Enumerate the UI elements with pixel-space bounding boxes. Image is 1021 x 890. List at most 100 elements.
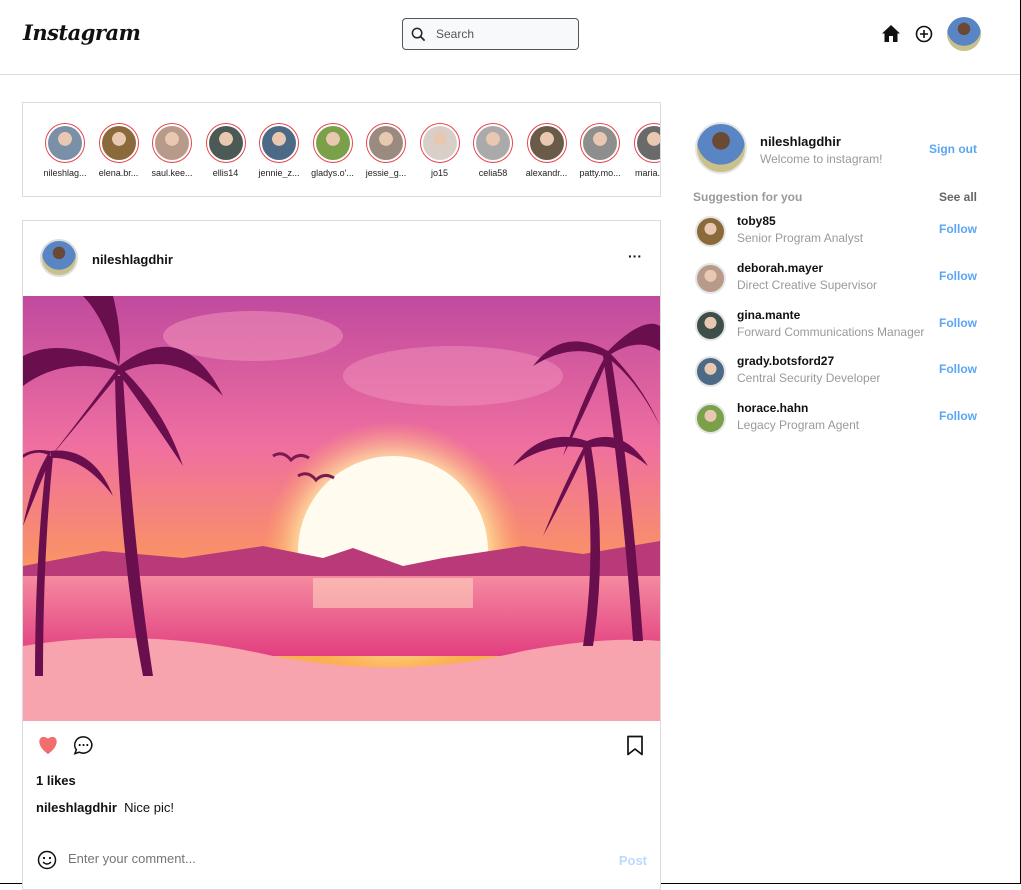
comment-icon[interactable] — [73, 735, 94, 756]
story-avatar — [636, 126, 660, 160]
story-username: gladys.o'... — [311, 168, 354, 178]
story-item[interactable]: maria.fi... — [627, 123, 660, 178]
story-ring[interactable] — [259, 123, 299, 163]
home-icon[interactable] — [881, 24, 901, 43]
current-user-avatar[interactable] — [695, 122, 747, 174]
follow-button[interactable]: Follow — [939, 316, 977, 330]
story-username: jessie_g... — [365, 168, 407, 178]
story-item[interactable]: nileshlag... — [38, 123, 92, 178]
suggestion-title: Forward Communications Manager — [737, 324, 925, 339]
see-all-link[interactable]: See all — [939, 190, 977, 204]
suggestion-username[interactable]: gina.mante — [737, 308, 800, 322]
suggestion-avatar[interactable] — [695, 356, 726, 388]
story-ring[interactable] — [526, 123, 567, 163]
story-item[interactable]: jessie_g... — [359, 123, 413, 178]
post-image — [23, 296, 660, 721]
sign-out-button[interactable]: Sign out — [929, 142, 977, 156]
search-input[interactable] — [436, 27, 556, 41]
suggestion-item: grady.botsford27 Central Security Develop… — [693, 354, 983, 396]
top-nav: Instagram — [0, 0, 1020, 75]
story-avatar — [369, 126, 403, 160]
suggestion-avatar[interactable] — [695, 309, 726, 341]
story-ring[interactable] — [312, 123, 353, 163]
suggestion-item: deborah.mayer Direct Creative Supervisor F… — [693, 261, 983, 303]
suggestion-item: horace.hahn Legacy Program Agent Follow — [693, 401, 983, 443]
suggestion-username[interactable]: horace.hahn — [737, 401, 808, 415]
stories-bar: nileshlag... elena.br... saul.kee... ellis1… — [22, 102, 661, 197]
story-avatar — [315, 126, 350, 160]
story-item[interactable]: jo15 — [413, 123, 467, 178]
search-icon — [411, 27, 426, 41]
story-username: elena.br... — [98, 168, 139, 178]
follow-button[interactable]: Follow — [939, 222, 977, 236]
suggestion-title: Central Security Developer — [737, 371, 881, 386]
story-avatar — [422, 126, 457, 160]
story-item[interactable]: alexandr... — [520, 123, 574, 178]
caption-text: Nice pic! — [124, 800, 174, 815]
story-avatar — [262, 126, 296, 160]
post-header: nileshlagdhir ··· — [23, 221, 660, 296]
story-ring[interactable] — [633, 123, 660, 163]
story-item[interactable]: jennie_z... — [252, 123, 306, 178]
story-username: jennie_z... — [258, 168, 300, 178]
more-options-button[interactable]: ··· — [628, 248, 642, 264]
story-avatar — [101, 126, 136, 160]
story-ring[interactable] — [98, 123, 139, 163]
follow-button[interactable]: Follow — [939, 362, 977, 376]
suggestion-item: gina.mante Forward Communications Manager… — [693, 308, 983, 350]
story-item[interactable]: ellis14 — [199, 123, 253, 178]
post-card: nileshlagdhir ··· 1 likes nileshlagdhir … — [22, 220, 661, 890]
post-comment-button[interactable]: Post — [619, 853, 647, 868]
profile-avatar[interactable] — [947, 17, 981, 51]
story-item[interactable]: patty.mo... — [573, 123, 627, 178]
instagram-logo[interactable]: Instagram — [23, 20, 141, 45]
follow-button[interactable]: Follow — [939, 409, 977, 423]
current-username[interactable]: nileshlagdhir — [760, 134, 841, 149]
story-ring[interactable] — [152, 123, 192, 163]
suggestion-avatar[interactable] — [695, 262, 726, 294]
story-username: patty.mo... — [579, 168, 621, 178]
suggestion-title: Legacy Program Agent — [737, 418, 860, 433]
emoji-icon[interactable] — [37, 850, 57, 870]
suggestion-username[interactable]: deborah.mayer — [737, 261, 823, 275]
suggestion-title: Direct Creative Supervisor — [737, 277, 878, 292]
comment-input[interactable] — [68, 851, 568, 866]
search-box[interactable] — [402, 18, 579, 50]
suggestions-title: Suggestion for you — [693, 190, 803, 204]
story-ring[interactable] — [45, 123, 85, 163]
post-caption: nileshlagdhir Nice pic! — [36, 800, 174, 815]
bookmark-icon[interactable] — [626, 735, 644, 756]
suggestion-username[interactable]: toby85 — [737, 214, 776, 228]
story-avatar — [476, 126, 510, 160]
story-item[interactable]: elena.br... — [92, 123, 146, 178]
post-author-name[interactable]: nileshlagdhir — [92, 252, 173, 267]
comment-bar: Post — [23, 841, 660, 881]
heart-icon[interactable] — [37, 735, 59, 755]
suggestion-avatar[interactable] — [695, 403, 726, 435]
plus-circle-icon[interactable] — [915, 25, 933, 43]
story-ring[interactable] — [473, 123, 513, 163]
follow-button[interactable]: Follow — [939, 269, 977, 283]
story-item[interactable]: gladys.o'... — [306, 123, 360, 178]
story-ring[interactable] — [205, 123, 246, 163]
story-username: nileshlag... — [43, 168, 87, 178]
story-username: saul.kee... — [151, 168, 193, 178]
likes-count: 1 likes — [36, 773, 76, 788]
story-username: alexandr... — [525, 168, 568, 178]
story-item[interactable]: saul.kee... — [145, 123, 199, 178]
story-username: celia58 — [478, 168, 508, 178]
suggestion-title: Senior Program Analyst — [737, 231, 864, 245]
suggestion-avatar[interactable] — [695, 216, 726, 247]
story-username: maria.fi... — [634, 168, 660, 178]
story-username: ellis14 — [212, 168, 239, 178]
story-avatar — [529, 126, 564, 160]
story-ring[interactable] — [366, 123, 406, 163]
story-username: jo15 — [430, 168, 448, 178]
story-ring[interactable] — [419, 123, 460, 163]
welcome-text: Welcome to instagram! — [760, 152, 883, 166]
story-item[interactable]: celia58 — [466, 123, 520, 178]
caption-username[interactable]: nileshlagdhir — [36, 800, 117, 815]
suggestion-username[interactable]: grady.botsford27 — [737, 354, 834, 368]
story-ring[interactable] — [580, 123, 620, 163]
post-author-avatar[interactable] — [40, 239, 78, 277]
